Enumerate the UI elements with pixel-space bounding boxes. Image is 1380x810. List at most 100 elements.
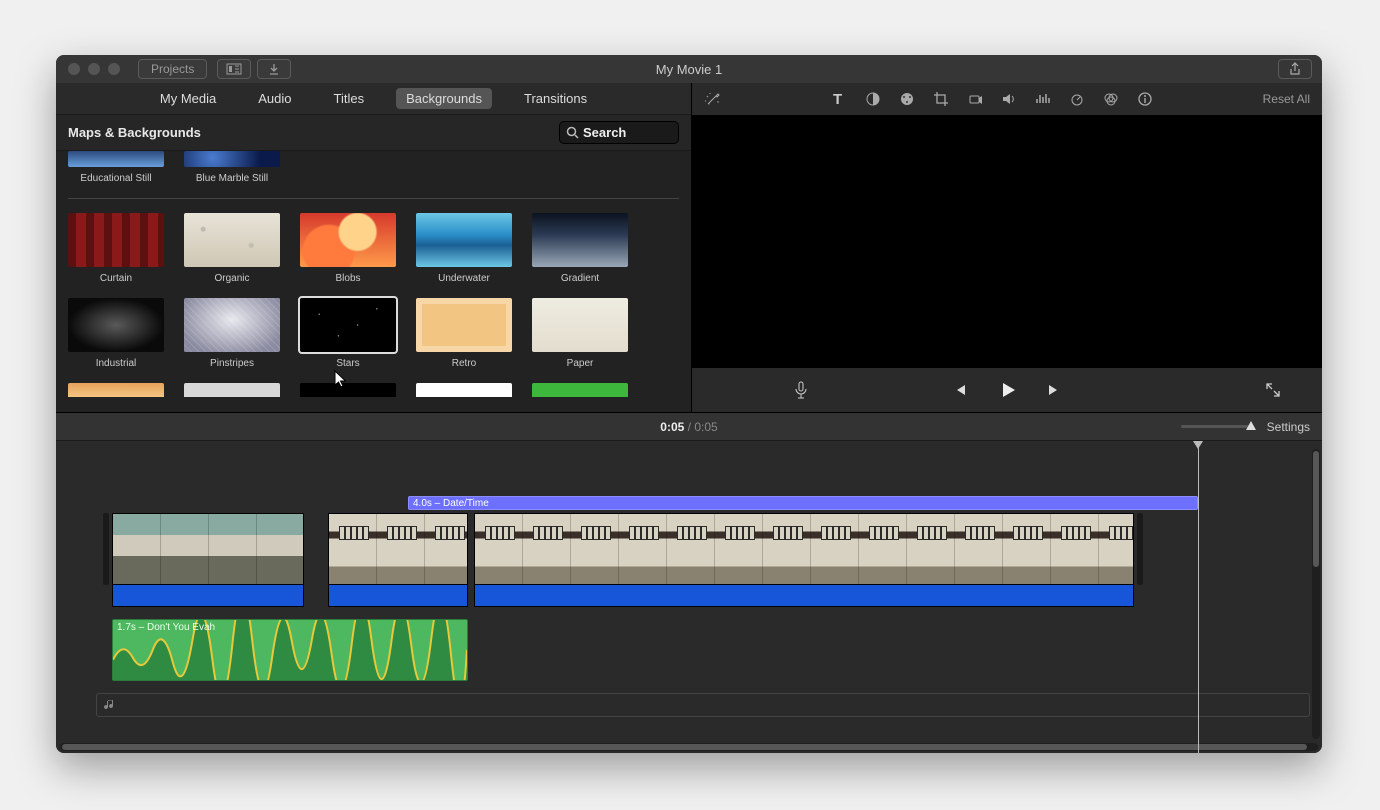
tab-backgrounds[interactable]: Backgrounds xyxy=(396,88,492,109)
browser-header: Maps & Backgrounds xyxy=(56,115,691,151)
share-button[interactable] xyxy=(1278,59,1312,79)
backgrounds-browser[interactable]: Educational Still Blue Marble Still Curt… xyxy=(56,151,691,412)
tab-titles[interactable]: Titles xyxy=(324,88,375,109)
thumbnail xyxy=(68,151,164,167)
tab-audio[interactable]: Audio xyxy=(248,88,301,109)
noise-reduction-icon[interactable] xyxy=(1034,90,1052,108)
download-button[interactable] xyxy=(257,59,291,79)
playhead[interactable] xyxy=(1198,443,1199,753)
imovie-window: Projects My Movie 1 My Media Audio Title… xyxy=(56,55,1322,753)
browser-section-title: Maps & Backgrounds xyxy=(68,125,201,140)
projects-label: Projects xyxy=(151,62,194,76)
background-item-blobs[interactable]: Blobs xyxy=(300,213,396,284)
enhance-icon[interactable] xyxy=(704,90,722,108)
volume-icon[interactable] xyxy=(1000,90,1018,108)
background-item-hidden-4[interactable] xyxy=(416,383,512,397)
thumbnail xyxy=(300,298,396,352)
thumbnail xyxy=(416,298,512,352)
thumbnail xyxy=(532,383,628,397)
background-item-underwater[interactable]: Underwater xyxy=(416,213,512,284)
titlebar: Projects My Movie 1 xyxy=(56,55,1322,83)
info-icon[interactable] xyxy=(1136,90,1154,108)
total-time: 0:05 xyxy=(694,420,717,434)
color-correction-icon[interactable] xyxy=(898,90,916,108)
thumbnail xyxy=(184,151,280,167)
thumbnail-label: Retro xyxy=(452,358,476,369)
upper-panes: My Media Audio Titles Backgrounds Transi… xyxy=(56,83,1322,413)
close-window-icon[interactable] xyxy=(68,63,80,75)
preview-viewport[interactable] xyxy=(692,115,1322,368)
window-controls xyxy=(68,63,120,75)
thumbnail-label: Stars xyxy=(336,358,359,369)
thumbnail-label: Blobs xyxy=(335,273,360,284)
background-item-educational-still[interactable]: Educational Still xyxy=(68,151,164,184)
background-item-hidden-3[interactable] xyxy=(300,383,396,397)
thumbnail xyxy=(184,298,280,352)
crop-icon[interactable] xyxy=(932,90,950,108)
zoom-thumb-icon[interactable] xyxy=(1245,420,1257,432)
title-clip-label: 4.0s – Date/Time xyxy=(413,498,489,509)
background-item-blue-marble-still[interactable]: Blue Marble Still xyxy=(184,151,280,184)
projects-button[interactable]: Projects xyxy=(138,59,207,79)
video-clip-1[interactable] xyxy=(112,513,304,607)
filter-icon[interactable] xyxy=(1102,90,1120,108)
speed-icon[interactable] xyxy=(1068,90,1086,108)
background-item-hidden-2[interactable] xyxy=(184,383,280,397)
thumbnail-label: Pinstripes xyxy=(210,358,254,369)
search-field[interactable] xyxy=(559,121,679,144)
horizontal-scrollbar[interactable] xyxy=(60,743,1318,751)
vertical-scrollbar[interactable] xyxy=(1312,449,1320,739)
clip-edge-handle-right[interactable] xyxy=(1137,513,1143,585)
clip-edge-handle-left[interactable] xyxy=(103,513,109,585)
thumbnail xyxy=(184,383,280,397)
music-note-icon xyxy=(103,698,117,712)
timeline[interactable]: 4.0s – Date/Time 1.7s – Don't You Evah xyxy=(56,441,1322,753)
background-item-gradient[interactable]: Gradient xyxy=(532,213,628,284)
thumbnail-label: Paper xyxy=(567,358,594,369)
thumbnail xyxy=(68,383,164,397)
reset-all-button[interactable]: Reset All xyxy=(1263,92,1310,106)
thumbnail xyxy=(68,213,164,267)
zoom-control[interactable]: Settings xyxy=(1181,420,1310,434)
search-input[interactable] xyxy=(583,125,670,140)
audio-clip[interactable]: 1.7s – Don't You Evah xyxy=(112,619,468,681)
thumbnail-label: Underwater xyxy=(438,273,490,284)
video-clip-2[interactable] xyxy=(328,513,468,607)
thumbnail xyxy=(532,213,628,267)
stabilization-icon[interactable] xyxy=(966,90,984,108)
background-item-paper[interactable]: Paper xyxy=(532,298,628,369)
timeline-header: 0:05 / 0:05 Settings xyxy=(56,413,1322,441)
background-item-curtain[interactable]: Curtain xyxy=(68,213,164,284)
title-clip[interactable]: 4.0s – Date/Time xyxy=(408,496,1198,510)
music-well[interactable] xyxy=(96,693,1310,717)
prev-button[interactable] xyxy=(950,381,968,399)
next-button[interactable] xyxy=(1046,381,1064,399)
background-item-hidden-5[interactable] xyxy=(532,383,628,397)
tab-my-media[interactable]: My Media xyxy=(150,88,226,109)
settings-button[interactable]: Settings xyxy=(1267,420,1310,434)
thumbnail xyxy=(416,383,512,397)
voiceover-icon[interactable] xyxy=(792,381,810,399)
search-icon xyxy=(566,126,579,139)
zoom-slider[interactable] xyxy=(1181,425,1251,428)
background-item-industrial[interactable]: Industrial xyxy=(68,298,164,369)
video-clip-3[interactable] xyxy=(474,513,1134,607)
current-time: 0:05 xyxy=(660,420,684,434)
thumbnail-label: Curtain xyxy=(100,273,132,284)
color-balance-icon[interactable] xyxy=(864,90,882,108)
zoom-window-icon[interactable] xyxy=(108,63,120,75)
transport-controls xyxy=(692,368,1322,412)
import-button[interactable] xyxy=(217,59,251,79)
background-item-retro[interactable]: Retro xyxy=(416,298,512,369)
background-item-hidden-1[interactable] xyxy=(68,383,164,397)
minimize-window-icon[interactable] xyxy=(88,63,100,75)
play-button[interactable] xyxy=(998,381,1016,399)
text-tool-icon[interactable]: T xyxy=(830,90,848,108)
fullscreen-icon[interactable] xyxy=(1264,381,1282,399)
svg-text:T: T xyxy=(833,91,842,107)
background-item-stars[interactable]: Stars xyxy=(300,298,396,369)
background-item-organic[interactable]: Organic xyxy=(184,213,280,284)
background-item-pinstripes[interactable]: Pinstripes xyxy=(184,298,280,369)
audio-clip-label: 1.7s – Don't You Evah xyxy=(117,622,215,633)
tab-transitions[interactable]: Transitions xyxy=(514,88,597,109)
